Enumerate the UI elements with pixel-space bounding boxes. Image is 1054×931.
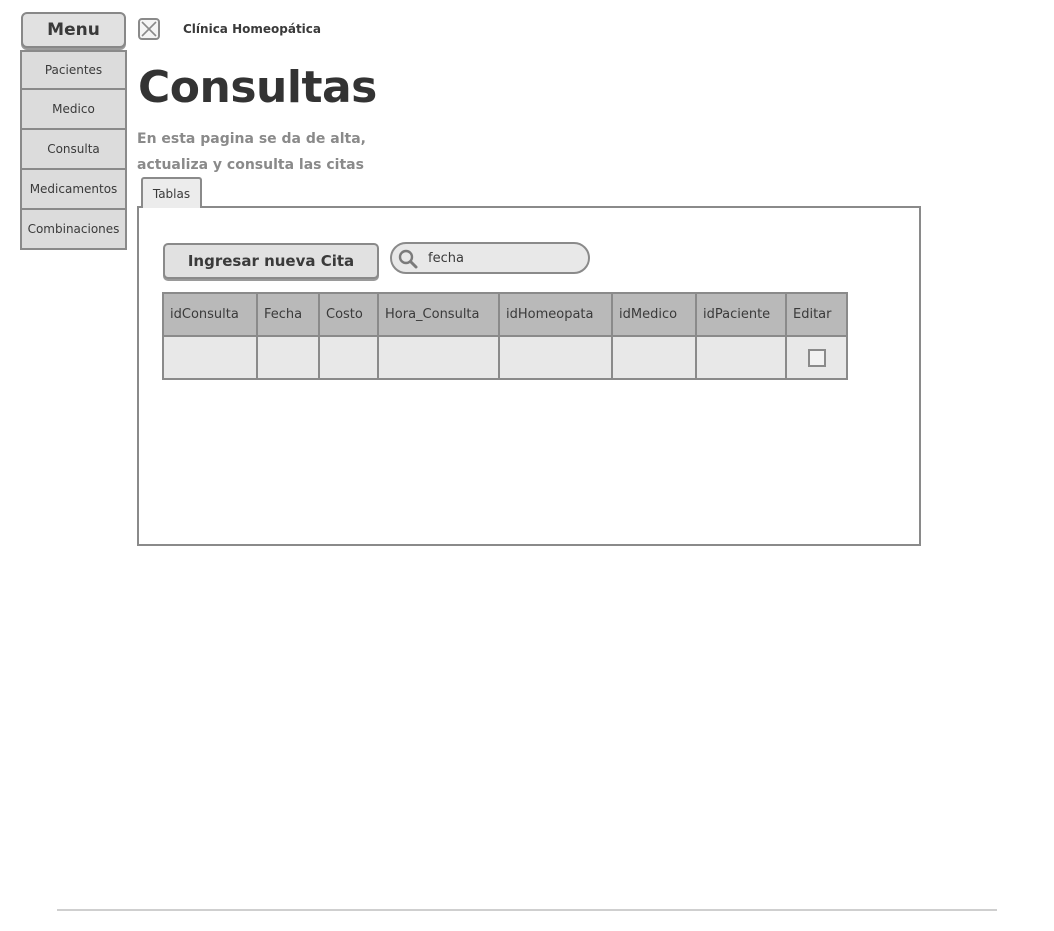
sidebar-item-medicamentos[interactable]: Medicamentos: [20, 170, 127, 210]
page-title: Consultas: [138, 62, 377, 113]
search-icon: [397, 248, 419, 270]
table-header-row: idConsulta Fecha Costo Hora_Consulta idH…: [162, 292, 848, 337]
search-input[interactable]: [428, 247, 578, 269]
sidebar-item-consulta[interactable]: Consulta: [20, 130, 127, 170]
column-header-idmedico[interactable]: idMedico: [611, 292, 697, 337]
sidebar-item-combinaciones[interactable]: Combinaciones: [20, 210, 127, 250]
edit-checkbox[interactable]: [807, 348, 826, 367]
column-header-idconsulta[interactable]: idConsulta: [162, 292, 258, 337]
column-header-editar[interactable]: Editar: [785, 292, 848, 337]
page-description: En esta pagina se da de alta, actualiza …: [137, 131, 366, 173]
column-header-idpaciente[interactable]: idPaciente: [695, 292, 787, 337]
table-cell: [377, 335, 500, 380]
tab-tablas[interactable]: Tablas: [141, 177, 202, 208]
new-appointment-button[interactable]: Ingresar nueva Cita: [163, 243, 379, 279]
clinic-name: Clínica Homeopática: [183, 22, 321, 36]
sidebar-menu: Pacientes Medico Consulta Medicamentos C…: [20, 50, 127, 250]
consultas-table: idConsulta Fecha Costo Hora_Consulta idH…: [162, 292, 848, 380]
table-cell: [256, 335, 320, 380]
table-cell: [498, 335, 613, 380]
column-header-fecha[interactable]: Fecha: [256, 292, 320, 337]
column-header-hora-consulta[interactable]: Hora_Consulta: [377, 292, 500, 337]
table-cell: [318, 335, 379, 380]
search-box[interactable]: [390, 242, 590, 274]
column-header-idhomeopata[interactable]: idHomeopata: [498, 292, 613, 337]
table-cell: [695, 335, 787, 380]
footer-divider: [57, 909, 997, 911]
sidebar-item-pacientes[interactable]: Pacientes: [20, 50, 127, 90]
edit-cell: [785, 335, 848, 380]
menu-button[interactable]: Menu: [21, 12, 126, 48]
table-cell: [162, 335, 258, 380]
sidebar-item-medico[interactable]: Medico: [20, 90, 127, 130]
table-cell: [611, 335, 697, 380]
table-row: [162, 335, 848, 380]
image-placeholder-icon: [138, 18, 160, 40]
column-header-costo[interactable]: Costo: [318, 292, 379, 337]
